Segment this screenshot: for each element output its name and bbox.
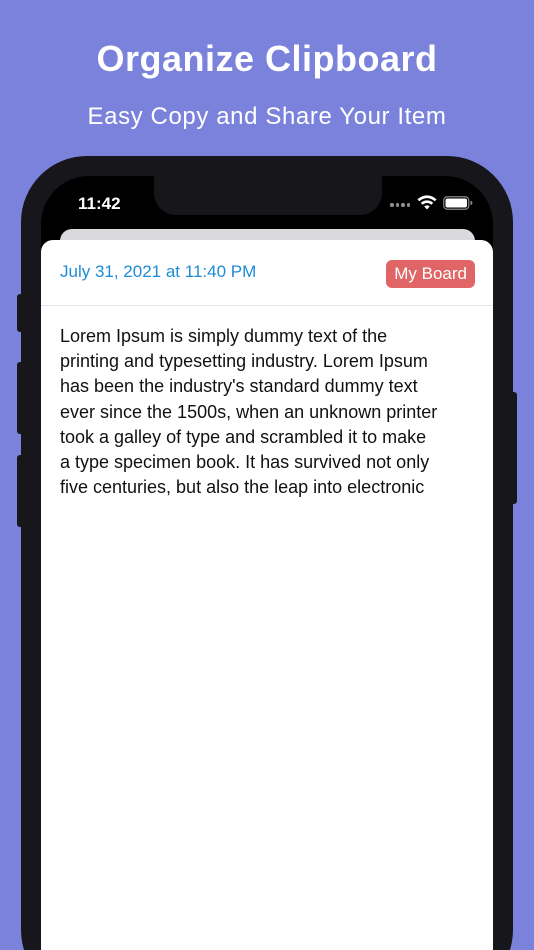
clip-text-line: five centuries, but also the leap into e… — [60, 477, 425, 498]
cellular-dots-icon — [390, 203, 410, 207]
clip-card-header: July 31, 2021 at 11:40 PM My Board — [41, 240, 493, 306]
app-store-screenshot: Organize Clipboard Easy Copy and Share Y… — [0, 0, 534, 950]
clip-card[interactable]: July 31, 2021 at 11:40 PM My Board Lorem… — [41, 240, 493, 950]
promo-title: Organize Clipboard — [96, 38, 438, 79]
status-time: 11:42 — [78, 194, 121, 213]
clip-text-line: a type specimen book. It has survived no… — [60, 452, 430, 473]
board-badge[interactable]: My Board — [386, 260, 475, 288]
wifi-icon — [417, 195, 437, 210]
clip-text[interactable]: Lorem Ipsum is simply dummy text of the … — [60, 324, 480, 500]
clip-text-line: printing and typesetting industry. Lorem… — [60, 351, 428, 372]
promo-subtitle: Easy Copy and Share Your Item — [87, 103, 447, 130]
clip-date: July 31, 2021 at 11:40 PM — [60, 262, 257, 281]
battery-icon — [443, 196, 473, 210]
phone-notch — [154, 174, 382, 215]
clip-text-line: Lorem Ipsum is simply dummy text of the — [60, 326, 388, 346]
clip-text-line: took a galley of type and scrambled it t… — [60, 426, 427, 447]
clip-text-line: has been the industry's standard dummy t… — [60, 376, 418, 397]
clip-text-line: ever since the 1500s, when an unknown pr… — [60, 401, 438, 422]
